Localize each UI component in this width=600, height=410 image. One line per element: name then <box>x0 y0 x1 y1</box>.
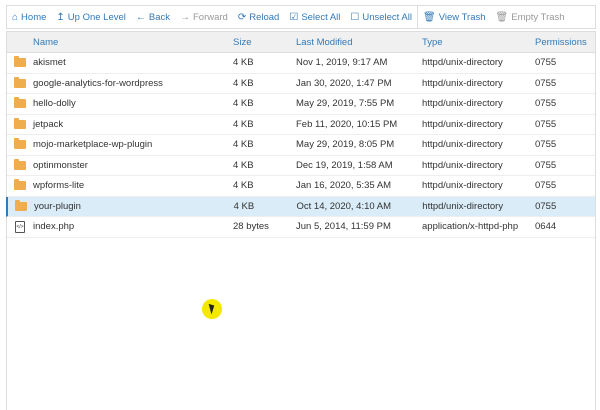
file-name: hello-dolly <box>33 98 76 110</box>
table-row[interactable]: akismet 4 KB Nov 1, 2019, 9:17 AM httpd/uni… <box>7 53 595 74</box>
reload-icon: ⟳ <box>237 11 247 23</box>
file-name: akismet <box>33 57 66 69</box>
table-row[interactable]: wpforms-lite 4 KB Jan 16, 2020, 5:35 AM htt… <box>7 176 595 197</box>
button-label: Up One Level <box>67 11 126 23</box>
button-label: Reload <box>249 11 280 23</box>
file-modified: Dec 19, 2019, 1:58 AM <box>296 159 393 171</box>
file-name: your-plugin <box>33 200 81 212</box>
toolbar: ⌂ Home ↥ Up One Level ← Back → Forward ⟳ Reload ☑ S… <box>6 5 596 29</box>
arrow-right-icon: → <box>180 11 190 23</box>
file-size: 4 KB <box>233 200 255 212</box>
folder-icon <box>14 117 26 129</box>
folder-icon <box>14 56 26 68</box>
file-permissions: 0755 <box>535 77 557 89</box>
file-size: 4 KB <box>233 139 254 151</box>
file-permissions: 0755 <box>535 118 557 130</box>
folder-icon <box>14 138 26 150</box>
home-button[interactable]: ⌂ Home <box>7 6 51 28</box>
arrow-left-icon: ← <box>135 11 146 23</box>
reload-button[interactable]: ⟳ Reload <box>233 6 285 28</box>
file-permissions: 0755 <box>535 180 557 192</box>
folder-icon <box>14 158 26 170</box>
file-type: httpd/unix-directory <box>422 200 504 212</box>
checkbox-empty-icon: ☐ <box>350 11 360 23</box>
table-row[interactable]: optinmonster 4 KB Dec 19, 2019, 1:58 AM htt… <box>7 156 595 176</box>
table-row[interactable]: hello-dolly 4 KB May 29, 2019, 7:55 PM http… <box>7 94 595 115</box>
column-last-modified[interactable]: Last Modified <box>296 37 422 48</box>
file-name: wpforms-lite <box>33 180 85 192</box>
trash-icon: 🗑 <box>423 11 436 23</box>
php-file-icon: </> <box>15 220 25 233</box>
table-header: Name Size Last Modified Type Permissions <box>7 32 595 53</box>
file-type: application/x-httpd-php <box>422 221 519 233</box>
file-size: 4 KB <box>233 159 254 171</box>
view-trash-button[interactable]: 🗑 View Trash <box>418 6 491 28</box>
file-permissions: 0755 <box>535 200 557 212</box>
file-type: httpd/unix-directory <box>422 180 503 192</box>
file-permissions: 0755 <box>535 159 557 171</box>
file-size: 4 KB <box>233 118 254 130</box>
file-name: google-analytics-for-wordpress <box>33 77 163 89</box>
file-name: mojo-marketplace-wp-plugin <box>33 139 153 151</box>
file-type: httpd/unix-directory <box>422 98 503 110</box>
column-size[interactable]: Size <box>233 37 296 48</box>
button-label: Forward <box>193 11 228 23</box>
empty-trash-button[interactable]: 🗑 Empty Trash <box>491 6 570 28</box>
level-up-icon: ↥ <box>56 11 65 23</box>
column-type[interactable]: Type <box>422 37 535 48</box>
folder-icon <box>14 199 27 211</box>
file-size: 4 KB <box>233 180 254 192</box>
back-button[interactable]: ← Back <box>131 6 175 28</box>
folder-icon <box>14 76 26 88</box>
file-size: 4 KB <box>233 57 254 69</box>
select-all-button[interactable]: ☑ Select All <box>284 6 345 28</box>
table-row[interactable]: mojo-marketplace-wp-plugin 4 KB May 29, 20… <box>7 135 595 156</box>
file-type: httpd/unix-directory <box>422 57 503 69</box>
table-row[interactable]: </> index.php 28 bytes Jun 5, 2014, 11:59 P… <box>7 217 595 238</box>
home-icon: ⌂ <box>12 11 19 23</box>
file-permissions: 0755 <box>535 98 557 110</box>
file-modified: Feb 11, 2020, 10:15 PM <box>296 118 398 130</box>
checkbox-checked-icon: ☑ <box>289 11 299 23</box>
file-modified: May 29, 2019, 7:55 PM <box>296 98 395 110</box>
mouse-cursor-highlight <box>202 299 222 319</box>
folder-icon <box>14 179 26 191</box>
forward-button[interactable]: → Forward <box>175 6 233 28</box>
button-label: Back <box>148 11 170 23</box>
button-label: Empty Trash <box>511 11 565 23</box>
file-type: httpd/unix-directory <box>422 77 503 89</box>
trash-icon: 🗑 <box>495 11 509 23</box>
file-modified: Oct 14, 2020, 4:10 AM <box>296 200 392 212</box>
up-one-level-button[interactable]: ↥ Up One Level <box>51 6 130 28</box>
unselect-all-button[interactable]: ☐ Unselect All <box>345 6 417 28</box>
file-permissions: 0644 <box>535 221 557 233</box>
file-name: index.php <box>33 221 75 233</box>
button-label: Unselect All <box>362 11 412 23</box>
table-row[interactable]: google-analytics-for-wordpress 4 KB Jan 30… <box>7 74 595 94</box>
file-permissions: 0755 <box>535 139 557 151</box>
file-modified: May 29, 2019, 8:05 PM <box>296 139 395 151</box>
column-name[interactable]: Name <box>33 37 233 48</box>
file-size: 4 KB <box>233 98 254 110</box>
file-type: httpd/unix-directory <box>422 118 503 130</box>
file-type: httpd/unix-directory <box>422 159 503 171</box>
button-label: View Trash <box>438 11 486 23</box>
file-name: jetpack <box>33 118 64 130</box>
file-modified: Jan 16, 2020, 5:35 AM <box>296 180 392 192</box>
button-label: Select All <box>301 11 341 23</box>
file-name: optinmonster <box>33 159 88 171</box>
file-size: 28 bytes <box>233 221 269 233</box>
file-size: 4 KB <box>233 77 254 89</box>
file-permissions: 0755 <box>535 57 557 69</box>
file-modified: Jan 30, 2020, 1:47 PM <box>296 77 392 89</box>
file-modified: Jun 5, 2014, 11:59 PM <box>296 221 391 233</box>
file-modified: Nov 1, 2019, 9:17 AM <box>296 57 388 69</box>
file-type: httpd/unix-directory <box>422 139 503 151</box>
column-permissions[interactable]: Permissions <box>535 37 595 48</box>
folder-icon <box>14 97 26 109</box>
button-label: Home <box>21 11 47 23</box>
table-row[interactable]: jetpack 4 KB Feb 11, 2020, 10:15 PM httpd/u… <box>7 115 595 135</box>
table-row[interactable]: your-plugin 4 KB Oct 14, 2020, 4:10 AM http… <box>6 196 595 217</box>
file-table: Name Size Last Modified Type Permissions… <box>6 31 596 410</box>
